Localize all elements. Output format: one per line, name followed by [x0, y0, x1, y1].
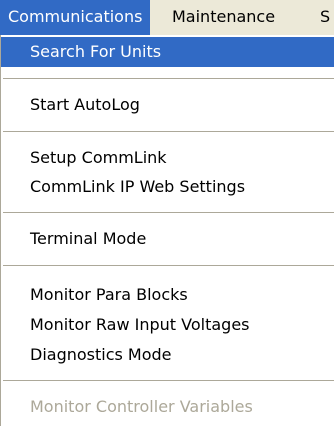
- menu-truncated-item[interactable]: S: [314, 0, 334, 35]
- menu-separator: [3, 212, 334, 213]
- menu-item-monitor-raw-input-voltages[interactable]: Monitor Raw Input Voltages: [1, 310, 334, 340]
- menu-item-monitor-controller-variables: Monitor Controller Variables: [30, 397, 253, 416]
- menu-item-commlink-ip-web-settings[interactable]: CommLink IP Web Settings: [1, 172, 334, 202]
- menu-maintenance[interactable]: Maintenance: [164, 0, 283, 35]
- menu-separator: [3, 131, 334, 132]
- menu-item-start-autolog[interactable]: Start AutoLog: [1, 90, 334, 120]
- menu-item-monitor-para-blocks[interactable]: Monitor Para Blocks: [1, 280, 334, 310]
- communications-dropdown-menu: Search For Units Start AutoLog Setup Com…: [0, 35, 334, 426]
- menu-item-search-for-units[interactable]: Search For Units: [1, 37, 334, 67]
- menu-separator: [3, 380, 334, 381]
- menu-separator: [3, 78, 334, 79]
- menu-separator: [3, 265, 334, 266]
- menu-item-setup-commlink[interactable]: Setup CommLink: [1, 143, 334, 173]
- menu-item-diagnostics-mode[interactable]: Diagnostics Mode: [1, 340, 334, 370]
- menu-bar: Communications Maintenance S: [0, 0, 334, 36]
- menu-item-terminal-mode[interactable]: Terminal Mode: [1, 224, 334, 254]
- menu-communications[interactable]: Communications: [0, 0, 151, 35]
